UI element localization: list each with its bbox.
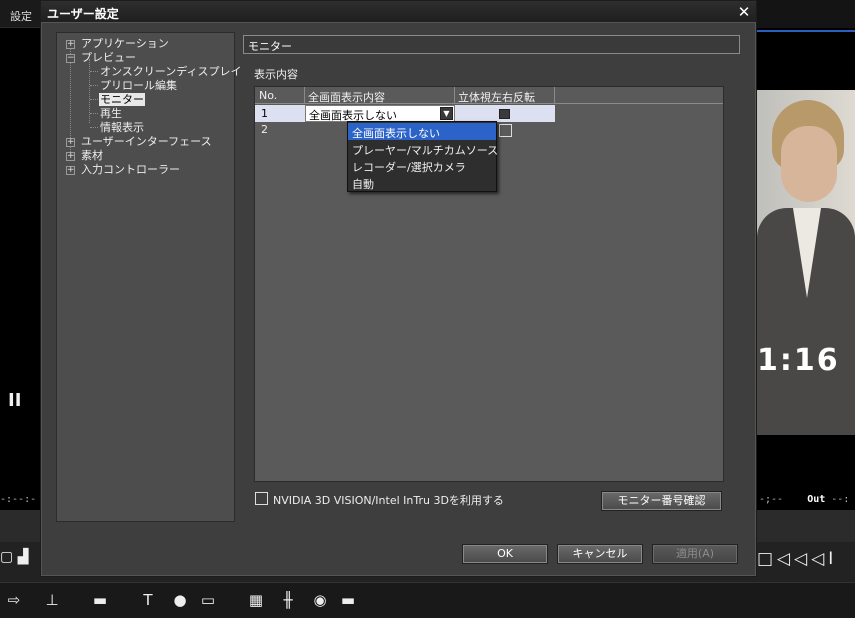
recorder-transport-controls[interactable]: □◁◁◁I (757, 549, 837, 569)
color-icon[interactable]: ◉ (312, 590, 328, 610)
tree-item-monitor[interactable]: モニター (99, 93, 145, 106)
layout-icon[interactable]: ▬ (340, 590, 356, 610)
stereo-flip-checkbox[interactable] (499, 124, 512, 137)
close-icon[interactable]: ✕ (734, 2, 754, 22)
nvidia-3d-label[interactable]: NVIDIA 3D VISION/Intel InTru 3Dを利用する (273, 492, 504, 508)
monitor-accent-line (757, 30, 855, 32)
dropdown-option[interactable]: プレーヤー/マルチカムソース (348, 140, 498, 157)
recorder-timecode: -;-- Out --: (759, 494, 849, 505)
trim-icon[interactable]: ⇨ (6, 590, 22, 610)
row-number: 2 (261, 123, 268, 136)
app-topright-area (757, 0, 855, 28)
marker-icon[interactable]: ⊥ (44, 590, 60, 610)
table-row[interactable]: 1 全画面表示しない ▼ (255, 105, 555, 122)
row-number: 1 (261, 107, 268, 120)
stereo-flip-checkbox[interactable] (499, 109, 510, 119)
content-dropdown-list: 全画面表示しない プレーヤー/マルチカムソース レコーダー/選択カメラ 自動 (347, 121, 498, 192)
microphone-icon[interactable]: ● (172, 590, 188, 610)
section-label: 表示内容 (254, 68, 298, 81)
range-icon[interactable]: ▬ (92, 590, 108, 610)
pause-icon[interactable]: II (8, 390, 21, 411)
player-timecode: -:--:- (0, 494, 37, 505)
apply-button[interactable]: 適用(A) (652, 544, 738, 564)
dialog-title: ユーザー設定 (47, 7, 119, 21)
nvidia-3d-checkbox[interactable] (255, 492, 268, 505)
dropdown-option[interactable]: レコーダー/選択カメラ (348, 157, 496, 174)
column-header-stereo-flip: 立体視左右反転 (458, 91, 535, 104)
tree-item-preroll-edit[interactable]: プリロール編集 (100, 79, 177, 92)
collapse-icon[interactable]: − (66, 54, 75, 63)
ok-button[interactable]: OK (462, 544, 548, 564)
dropdown-option[interactable]: 自動 (348, 174, 496, 191)
chevron-down-icon[interactable]: ▼ (440, 107, 453, 120)
monitor-table: No. 全画面表示内容 立体視左右反転 1 全画面表示しない ▼ 2 全画面表示… (254, 86, 724, 482)
dropdown-option[interactable]: 全画面表示しない (348, 123, 496, 140)
export-icon[interactable]: ▭ (200, 590, 216, 610)
column-header-content: 全画面表示内容 (308, 91, 385, 104)
panel-title: モニター (248, 40, 292, 53)
grid-icon[interactable]: ▦ (248, 590, 264, 610)
tree-item-material[interactable]: 素材 (81, 149, 103, 162)
tree-item-input-controller[interactable]: 入力コントローラー (81, 163, 180, 176)
column-header-no: No. (259, 89, 278, 102)
cancel-button[interactable]: キャンセル (557, 544, 643, 564)
expand-icon[interactable]: + (66, 166, 75, 175)
user-settings-dialog: ユーザー設定 ✕ + アプリケーション − プレビュー オンスクリーンディスプレ… (40, 0, 757, 577)
out-label: Out (807, 494, 826, 505)
timeline-toolbar: ⇨ ⊥ ▬ T ● ▭ ▦ ╫ ◉ ▬ (0, 582, 855, 618)
settings-menu-label[interactable]: 設定 (10, 8, 32, 24)
settings-tree: + アプリケーション − プレビュー オンスクリーンディスプレイ プリロール編集… (56, 32, 241, 522)
tree-item-onscreen-display[interactable]: オンスクリーンディスプレイ (100, 65, 241, 78)
mixer-icon[interactable]: ╫ (280, 590, 296, 610)
video-clock-overlay: 1:16 (757, 343, 840, 378)
monitor-number-check-button[interactable]: モニター番号確認 (601, 491, 722, 511)
video-frame-image (757, 90, 855, 435)
player-monitor (0, 28, 42, 510)
dialog-titlebar[interactable]: ユーザー設定 ✕ (41, 1, 756, 23)
table-header: No. 全画面表示内容 立体視左右反転 (255, 87, 723, 104)
panel-header: モニター (243, 35, 740, 54)
tree-item-info-display[interactable]: 情報表示 (100, 121, 144, 134)
recorder-timecode-value: -;-- (759, 494, 784, 505)
tree-item-preview[interactable]: プレビュー (81, 51, 136, 64)
tree-item-application[interactable]: アプリケーション (81, 37, 169, 50)
out-timecode: --: (831, 494, 850, 505)
player-controls[interactable]: ▢ ▟ (0, 549, 28, 565)
content-combobox[interactable]: 全画面表示しない ▼ (305, 105, 455, 122)
title-icon[interactable]: T (140, 590, 156, 610)
tree-item-user-interface[interactable]: ユーザーインターフェース (81, 135, 212, 148)
tree-item-playback[interactable]: 再生 (100, 107, 122, 120)
expand-icon[interactable]: + (66, 40, 75, 49)
expand-icon[interactable]: + (66, 152, 75, 161)
expand-icon[interactable]: + (66, 138, 75, 147)
